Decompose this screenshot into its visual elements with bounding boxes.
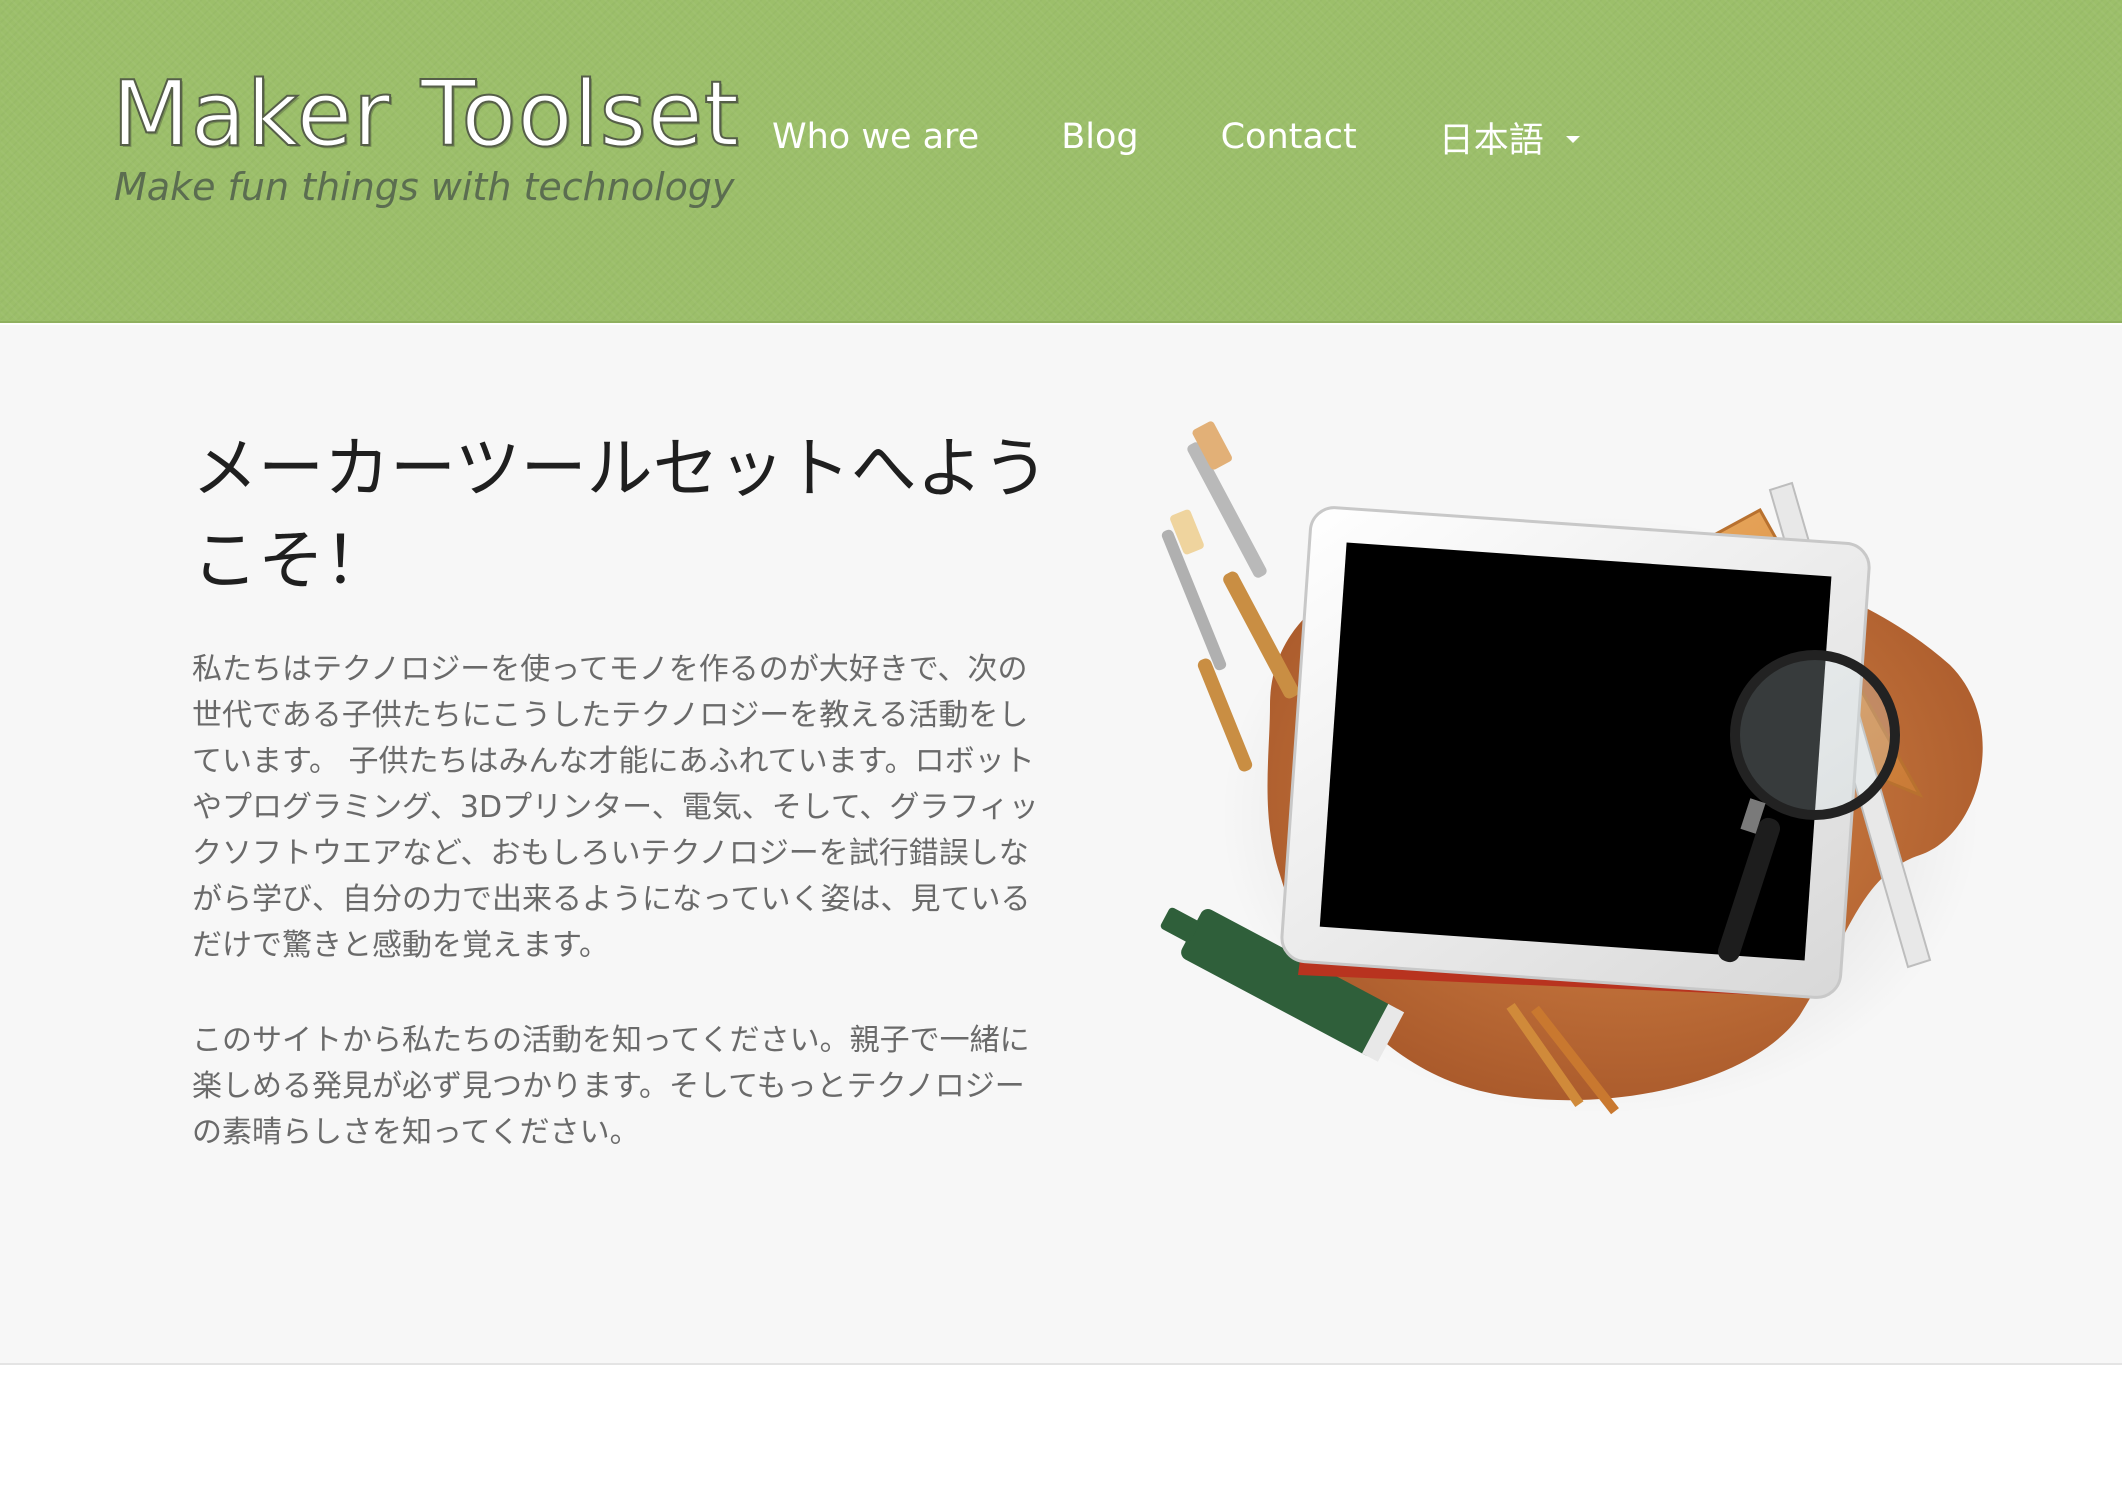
site-tagline: Make fun things with technology [114, 165, 735, 209]
main-content: メーカーツールセットへようこそ！ 私たちはテクノロジーを使ってモノを作るのが大好… [0, 325, 2122, 1365]
intro-text: 私たちはテクノロジーを使ってモノを作るのが大好きで、次の世代である子供たちにこう… [192, 647, 1054, 1205]
welcome-title: メーカーツールセットへようこそ！ [192, 430, 1049, 599]
intro-paragraph: 私たちはテクノロジーを使ってモノを作るのが大好きで、次の世代である子供たちにこう… [192, 652, 1039, 963]
caret-down-icon [1565, 135, 1580, 143]
footer-area [0, 1367, 2122, 1494]
tablet-with-art-tools-image [1160, 415, 2010, 1155]
nav-contact[interactable]: Contact [1221, 117, 1357, 157]
nav-blog[interactable]: Blog [1061, 117, 1138, 157]
intro-paragraph: このサイトから私たちの活動を知ってください。親子で一緒に楽しめる発見が必ず見つか… [192, 1023, 1030, 1150]
language-dropdown[interactable]: 日本語 [1439, 112, 1580, 163]
nav-who-we-are[interactable]: Who we are [772, 117, 979, 157]
site-title[interactable]: Maker Toolset [111, 60, 740, 170]
language-label: 日本語 [1438, 120, 1544, 161]
main-nav: Who we are Blog Contact 日本語 [772, 112, 1580, 162]
site-header: Maker Toolset Make fun things with techn… [0, 0, 2122, 323]
